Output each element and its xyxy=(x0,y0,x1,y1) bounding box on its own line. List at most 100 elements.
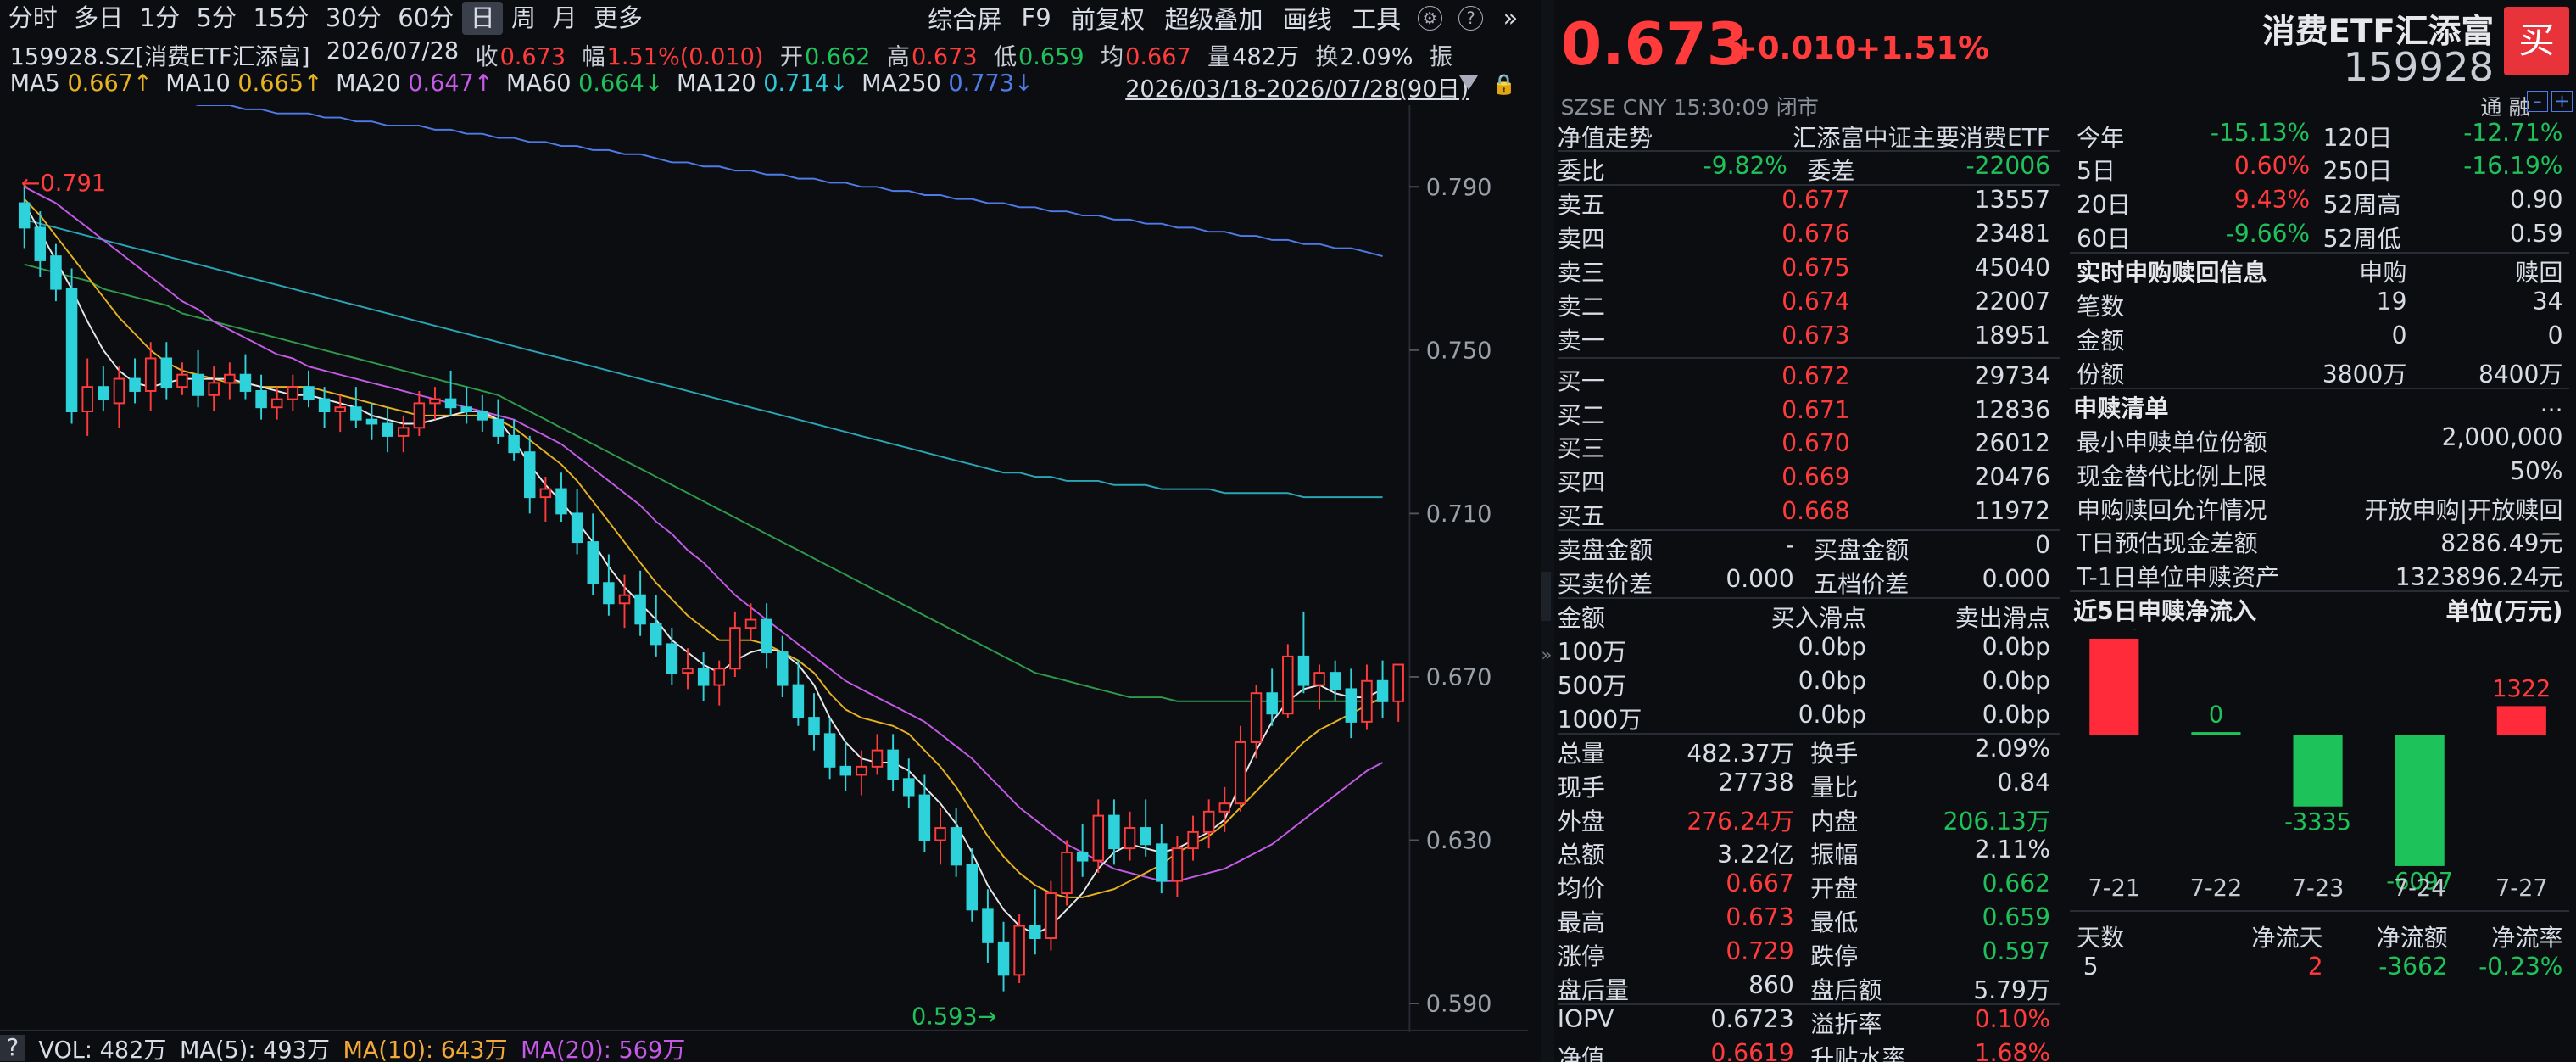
period-tab-10[interactable]: 更多 xyxy=(585,2,650,35)
expand-icon[interactable]: » xyxy=(1541,645,1552,666)
ma20-label: MA20 xyxy=(336,70,401,98)
stat-label: 现手 xyxy=(1557,773,1605,802)
stat-row-5: 最高 0.673 最低 0.659 xyxy=(1558,903,2060,936)
help-icon[interactable]: ? xyxy=(1458,5,1484,31)
stat-value: 0.673 xyxy=(1726,903,1794,932)
volume-toggle-icon[interactable]: ? xyxy=(0,1034,25,1061)
bid-row-3: 买四 0.669 20476 xyxy=(1558,463,2060,496)
candle-body xyxy=(856,765,867,776)
vol-ma5: MA(5): 493万 xyxy=(180,1037,330,1062)
list-more-icon[interactable]: ... xyxy=(2540,389,2563,417)
candle-body xyxy=(208,382,220,396)
period-tab-2[interactable]: 1分 xyxy=(131,2,188,35)
qd-label: 申购赎回允许情况 xyxy=(2077,495,2267,524)
period-tab-4[interactable]: 15分 xyxy=(245,2,317,35)
ma60-value: 0.664↓ xyxy=(578,70,664,98)
range-dropdown-icon[interactable] xyxy=(1458,75,1478,90)
period-tab-6[interactable]: 60分 xyxy=(390,2,462,35)
btn-adjust[interactable]: 前复权 xyxy=(1071,0,1145,36)
flow-head: 近5日申赎净流入 单位(万元) xyxy=(2070,592,2569,625)
ask-volume: 13557 xyxy=(1974,186,2050,215)
ask-price: 0.676 xyxy=(1781,220,1850,249)
candle-body xyxy=(871,749,884,768)
candle-body xyxy=(555,488,567,515)
qd-value: 2,000,000 xyxy=(2441,422,2563,451)
stat-label: 盘后额 xyxy=(1810,976,1882,1005)
perf-label: 5日 xyxy=(2077,157,2116,186)
candle-body xyxy=(429,398,441,405)
candle-body xyxy=(113,377,125,405)
qd-row-0: 最小申赎单位份额 2,000,000 xyxy=(2070,423,2569,456)
y-tick-label: 0.630 xyxy=(1426,828,1492,854)
slip-head-buy: 买入滑点 xyxy=(1770,604,1866,633)
candle-body xyxy=(382,422,393,437)
tb-row-0: 5 2 -3662 -0.23% xyxy=(2070,953,2569,986)
lock-icon[interactable]: 🔒 xyxy=(1492,72,1516,96)
more-icon[interactable]: » xyxy=(1503,3,1518,32)
period-tab-5[interactable]: 30分 xyxy=(317,2,389,35)
spread-label: 买卖价差 xyxy=(1557,570,1653,599)
perf-label: 60日 xyxy=(2077,225,2131,254)
ask-row-0: 卖五 0.677 13557 xyxy=(1558,186,2060,219)
candle-body xyxy=(1297,655,1310,686)
period-tab-0[interactable]: 分时 xyxy=(0,2,65,35)
five-spread-label: 五档价差 xyxy=(1814,570,1910,599)
btn-tools[interactable]: 工具 xyxy=(1352,0,1401,36)
qd-row-3: T日预估现金差额 8286.49元 xyxy=(2070,524,2569,557)
slip-row-0: 100万 0.0bp 0.0bp xyxy=(1558,633,2060,666)
perf-value: -15.13% xyxy=(2210,118,2311,147)
period-tab-3[interactable]: 5分 xyxy=(188,2,245,35)
splitter-handle[interactable] xyxy=(1541,572,1551,622)
tb-flow-amount: -3662 xyxy=(2378,952,2448,981)
slip-amount: 500万 xyxy=(1557,671,1627,700)
perf-label: 120日 xyxy=(2322,123,2393,152)
stat-label: 跌停 xyxy=(1810,942,1859,971)
btn-composite[interactable]: 综合屏 xyxy=(928,0,1001,36)
date-range[interactable]: 2026/03/18-2026/07/28(90日) xyxy=(1125,70,1469,103)
y-tick-label: 0.670 xyxy=(1426,665,1492,691)
stat-label: 内盘 xyxy=(1810,807,1859,836)
panel-splitter[interactable]: » xyxy=(1541,0,1554,1062)
stat-value: 0.6723 xyxy=(1710,1004,1794,1033)
stat-row-4: 均价 0.667 开盘 0.662 xyxy=(1558,869,2060,903)
market-status: SZSE CNY 15:30:09 闭市 xyxy=(1560,94,1819,120)
stat-label: 净值 xyxy=(1557,1043,1605,1062)
ma5-label: MA5 xyxy=(9,70,60,98)
candle-body xyxy=(1108,814,1120,850)
candle-body xyxy=(808,717,820,735)
collapse-icon[interactable]: – xyxy=(2526,90,2548,112)
expand-icon[interactable]: + xyxy=(2551,90,2573,112)
qd-value: 开放申购|开放赎回 xyxy=(2364,495,2563,524)
candle-body xyxy=(365,418,378,425)
btn-f9[interactable]: F9 xyxy=(1022,3,1051,32)
flow-date-label: 7-24 xyxy=(2394,875,2446,902)
sg-row-2: 份额 3800万 8400万 xyxy=(2070,355,2569,388)
btn-overlay[interactable]: 超级叠加 xyxy=(1164,0,1263,36)
period-tab-8[interactable]: 周 xyxy=(503,2,544,35)
perf-row-3: 60日 -9.66% 52周低 0.59 xyxy=(2070,220,2569,253)
y-tick-label: 0.750 xyxy=(1426,338,1492,365)
candle-body xyxy=(966,864,979,911)
gear-icon[interactable]: ⚙ xyxy=(1417,5,1442,31)
buy-button[interactable]: 买 xyxy=(2503,6,2570,76)
stat-label: 外盘 xyxy=(1557,807,1605,836)
candle-body xyxy=(1250,692,1263,743)
stat-value: 0.597 xyxy=(1982,937,2050,966)
stat-row-0: 总量 482.37万 换手 2.09% xyxy=(1558,735,2060,768)
candle-body xyxy=(682,668,694,674)
candle-body xyxy=(239,373,252,392)
candle-body xyxy=(634,594,646,625)
btn-draw[interactable]: 画线 xyxy=(1283,0,1332,36)
ma250-label: MA250 xyxy=(861,70,941,98)
candle-body xyxy=(1235,741,1246,805)
slip-head: 金额 买入滑点 卖出滑点 xyxy=(1558,599,2060,632)
stat-label: 振幅 xyxy=(1810,841,1859,869)
period-tab-7[interactable]: 日 xyxy=(461,1,504,35)
period-tab-9[interactable]: 月 xyxy=(544,2,585,35)
tb-head: 天数 xyxy=(2077,924,2125,953)
candle-body xyxy=(997,941,1010,976)
ask-price: 0.674 xyxy=(1781,288,1850,316)
candlestick-chart[interactable]: 0.790 0.750 0.710 0.670 0.630 0.590 ←0.791 0.59… xyxy=(0,105,1528,1032)
candle-body xyxy=(1376,679,1389,702)
period-tab-1[interactable]: 多日 xyxy=(65,2,131,35)
